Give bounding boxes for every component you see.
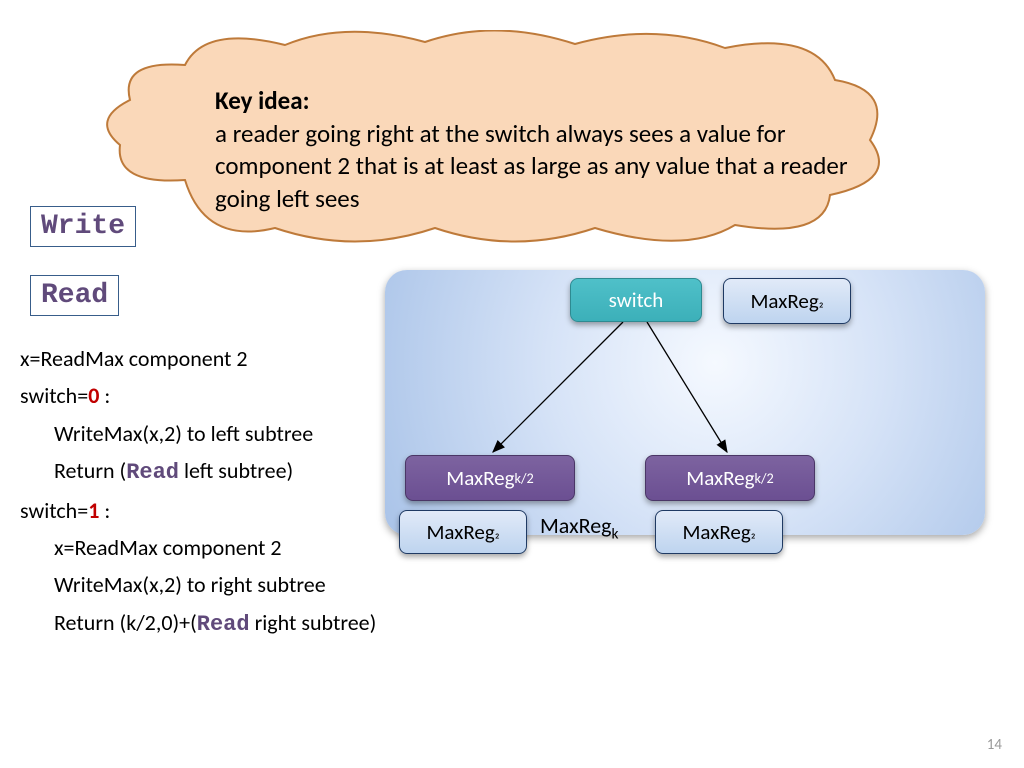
pseudo-line: WriteMax(x,2) to left subtree (54, 415, 376, 452)
pseudo-line: x=ReadMax component 2 (54, 529, 376, 566)
pseudo-line: WriteMax(x,2) to right subtree (54, 566, 376, 603)
maxreg-left: MaxRegk/2 (405, 455, 575, 501)
maxreg-center-label: MaxRegk (540, 512, 619, 543)
key-idea-body: a reader going right at the switch alway… (215, 118, 848, 214)
maxreg-bottom-left: MaxReg₂ (399, 510, 527, 554)
read-label: Read (30, 275, 119, 316)
page-number: 14 (987, 736, 1002, 754)
write-label: Write (30, 206, 136, 247)
pseudo-line: Return (Read left subtree) (54, 452, 376, 491)
maxreg-bottom-right: MaxReg₂ (655, 510, 783, 554)
key-idea-text: Key idea: a reader going right at the sw… (215, 85, 885, 215)
pseudocode: x=ReadMax component 2 switch=0 : WriteMa… (20, 340, 376, 643)
pseudo-line: Return (k/2,0)+(Read right subtree) (54, 604, 376, 643)
pseudo-line: switch=1 : (20, 492, 376, 529)
key-idea-heading: Key idea (215, 85, 303, 116)
switch-node: switch (570, 278, 702, 322)
pseudo-line: switch=0 : (20, 377, 376, 414)
maxreg-top: MaxReg₂ (723, 278, 851, 324)
maxreg-right: MaxRegk/2 (645, 455, 815, 501)
pseudo-line: x=ReadMax component 2 (20, 340, 376, 377)
key-idea-cloud: Key idea: a reader going right at the sw… (95, 30, 895, 245)
tree-diagram: switch MaxReg₂ MaxRegk/2 MaxRegk/2 MaxRe… (375, 260, 995, 570)
